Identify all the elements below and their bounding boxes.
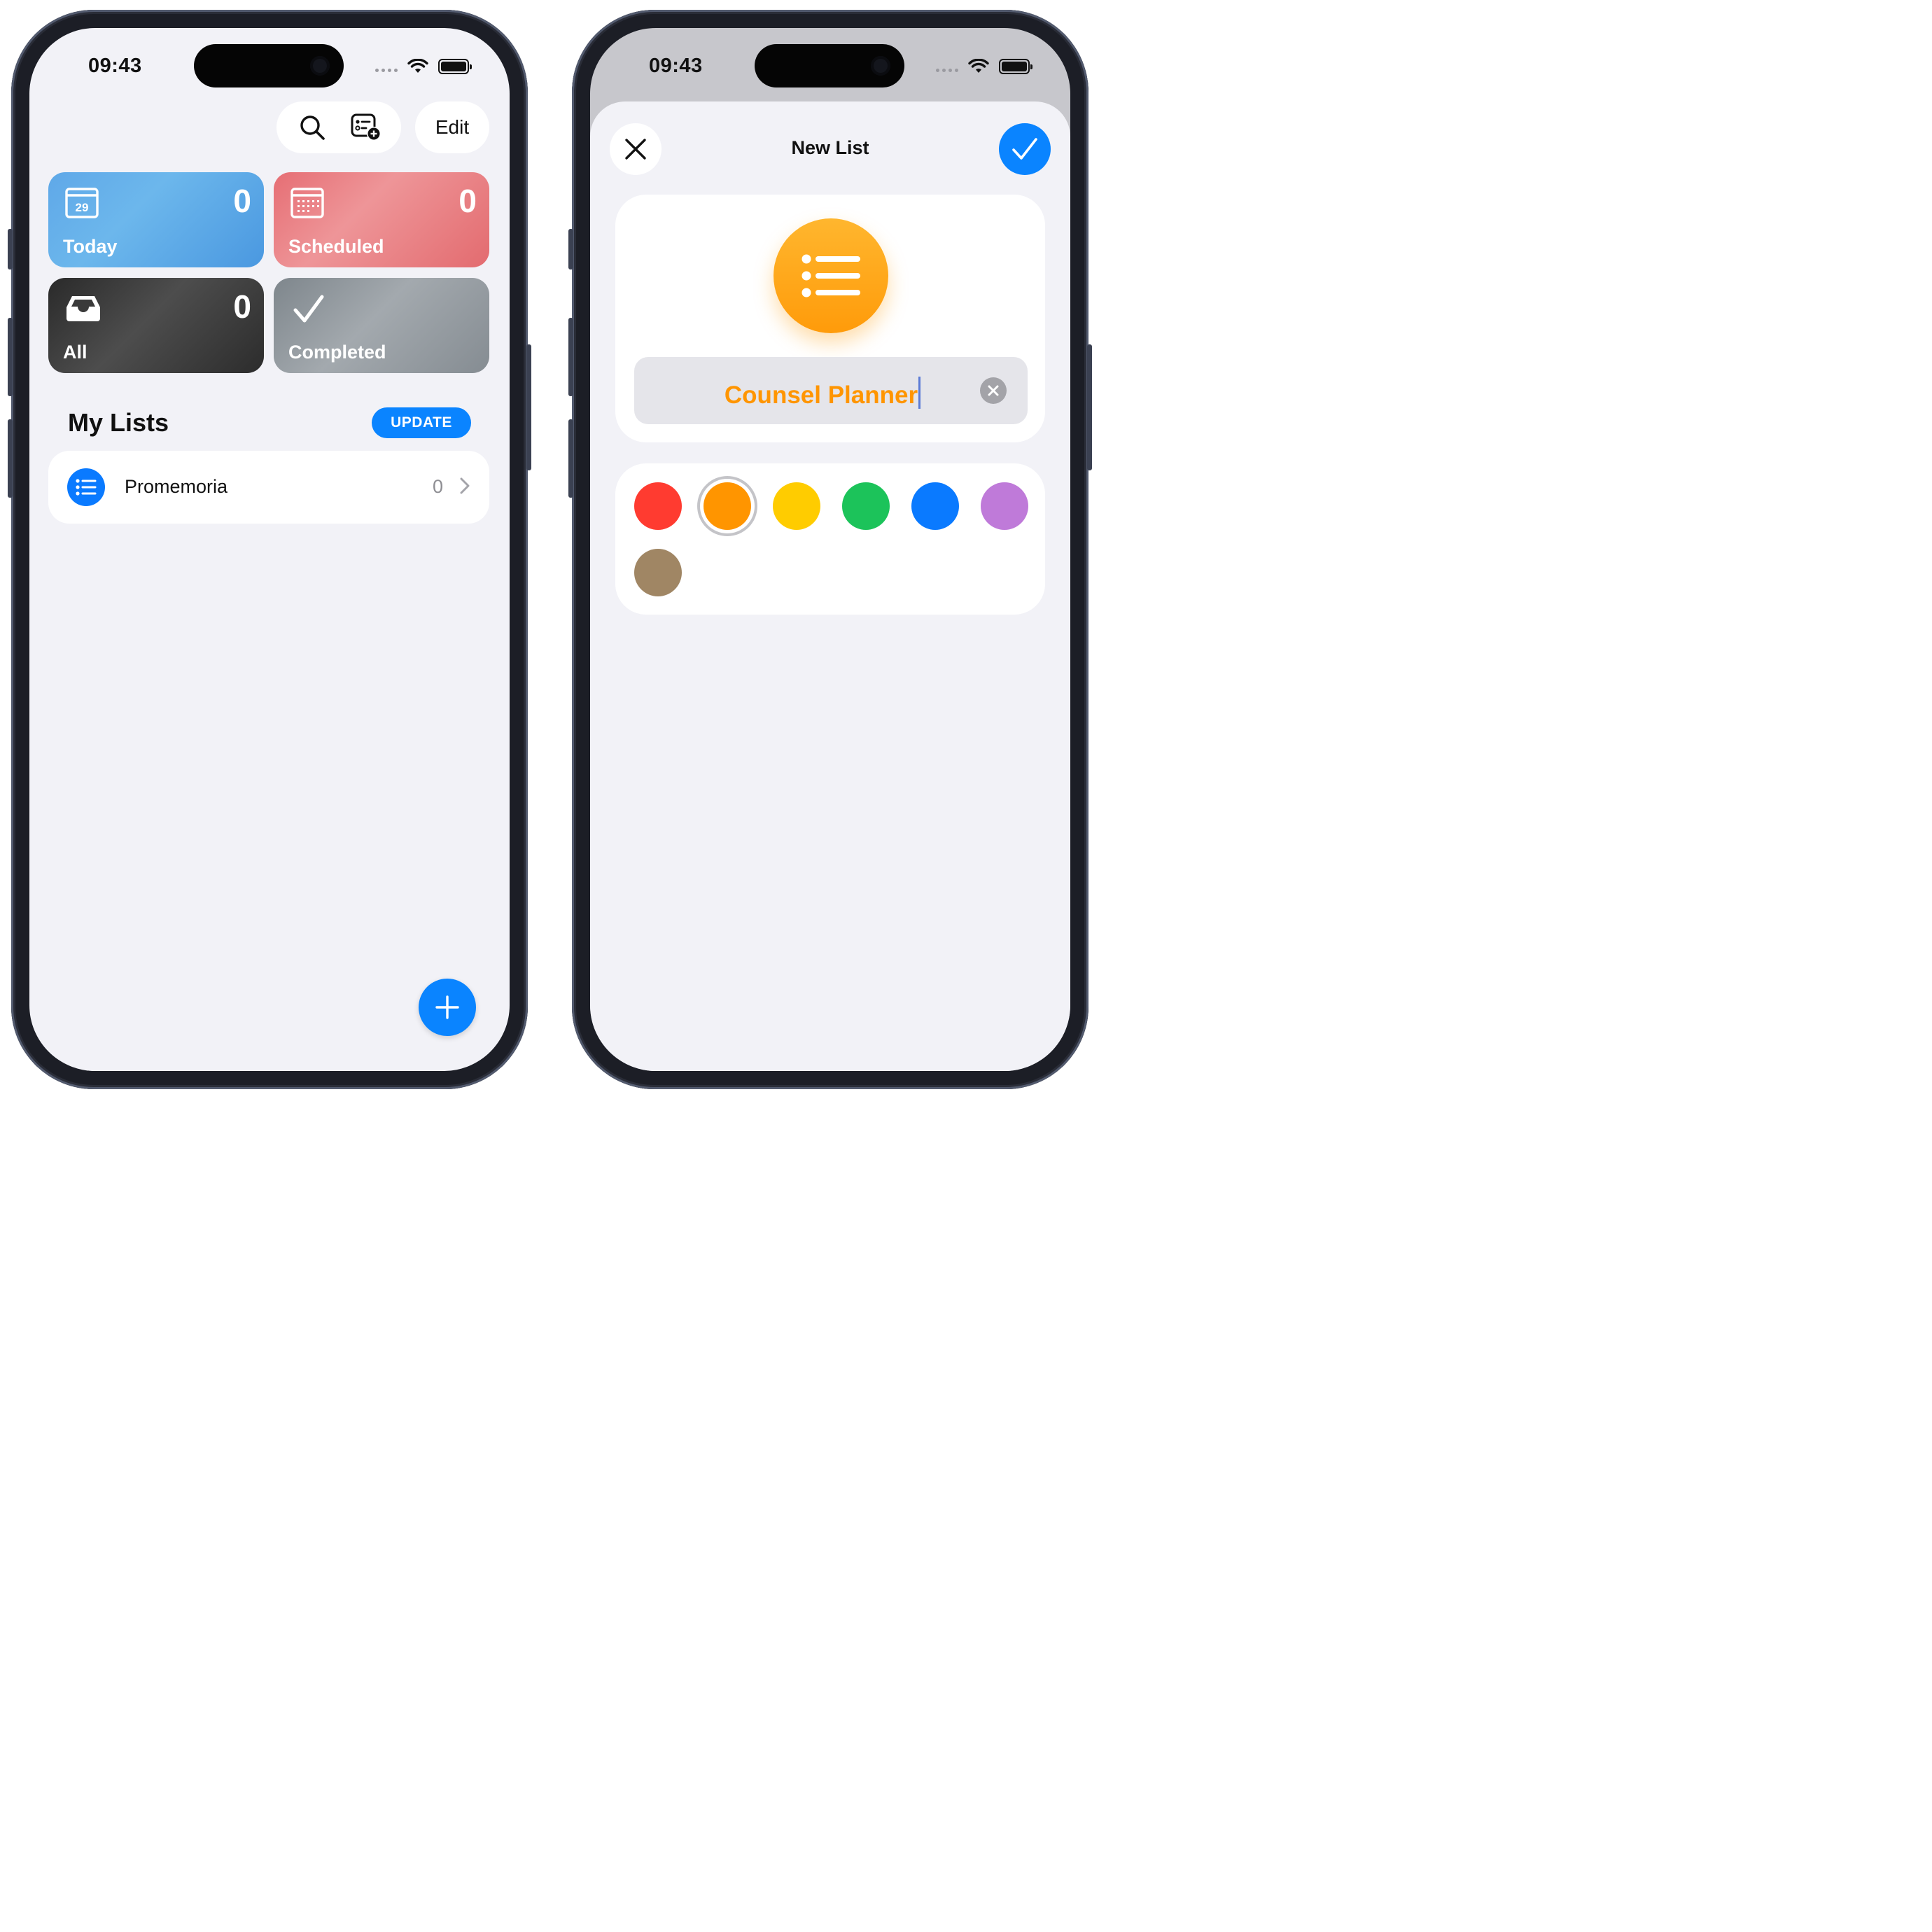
volume-down-button	[568, 419, 573, 498]
list-name-value: Counsel Planner	[724, 382, 918, 409]
battery-icon	[438, 59, 472, 74]
smart-list-scheduled[interactable]: 0 Scheduled	[274, 172, 489, 267]
cellular-icon	[375, 68, 398, 72]
today-count: 0	[233, 183, 251, 219]
clear-icon	[988, 385, 999, 396]
checkmark-icon	[1012, 138, 1037, 160]
list-icon-circle	[67, 468, 105, 506]
volume-up-button	[568, 318, 573, 396]
checkmark-icon	[293, 295, 324, 323]
volume-down-button	[8, 419, 13, 498]
my-lists-heading: My Lists	[68, 408, 169, 437]
color-swatch-brown[interactable]	[634, 549, 682, 596]
color-picker-card	[615, 463, 1045, 615]
smart-list-today[interactable]: 29 0 Today	[48, 172, 264, 267]
status-icons	[936, 59, 1032, 74]
wifi-icon	[968, 59, 989, 73]
status-time: 09:43	[649, 55, 703, 77]
action-button	[568, 229, 573, 270]
chevron-right-icon	[460, 477, 470, 494]
action-button	[8, 229, 13, 270]
battery-icon	[999, 59, 1032, 74]
add-reminder-button[interactable]	[419, 979, 476, 1036]
phone-right: 09:43 New List Counsel Planner	[568, 10, 1092, 1089]
phone-left: 09:43 Edit 29 0 Today 0 Scheduled 0 All …	[8, 10, 531, 1089]
wifi-icon	[407, 59, 428, 73]
volume-up-button	[8, 318, 13, 396]
side-button	[1087, 344, 1092, 470]
update-button[interactable]: UPDATE	[372, 407, 471, 438]
done-button[interactable]	[999, 123, 1051, 175]
screen-new-list: 09:43 New List Counsel Planner	[590, 28, 1070, 1071]
color-swatch-green[interactable]	[842, 482, 890, 530]
calendar-grid-icon	[290, 188, 324, 218]
today-label: Today	[63, 236, 118, 257]
all-count: 0	[233, 288, 251, 325]
dynamic-island	[755, 44, 904, 88]
color-swatch-orange[interactable]	[704, 482, 751, 530]
list-preview-card: Counsel Planner	[615, 195, 1045, 442]
list-bullet-icon	[802, 254, 860, 298]
new-list-sheet: New List Counsel Planner	[590, 102, 1070, 1071]
search-button[interactable]	[297, 112, 328, 143]
color-swatch-purple[interactable]	[981, 482, 1028, 530]
edit-button[interactable]: Edit	[415, 102, 489, 153]
scheduled-label: Scheduled	[288, 236, 384, 257]
color-swatch-blue[interactable]	[911, 482, 959, 530]
list-add-icon	[351, 113, 381, 141]
list-name: Promemoria	[125, 476, 228, 497]
search-icon	[300, 115, 325, 140]
side-button	[526, 344, 531, 470]
status-icons	[375, 59, 472, 74]
tray-icon	[66, 296, 100, 321]
status-time: 09:43	[88, 55, 142, 77]
list-bullet-icon	[76, 479, 97, 496]
screen-reminders-home: 09:43 Edit 29 0 Today 0 Scheduled 0 All …	[29, 28, 510, 1071]
completed-label: Completed	[288, 342, 386, 363]
stage: 09:43 Edit 29 0 Today 0 Scheduled 0 All …	[0, 0, 1092, 1092]
scheduled-count: 0	[458, 183, 477, 219]
smart-list-all[interactable]: 0 All	[48, 278, 264, 373]
clear-text-button[interactable]	[980, 377, 1007, 404]
plus-icon	[435, 995, 459, 1019]
add-list-button[interactable]	[351, 112, 382, 143]
list-name-input[interactable]: Counsel Planner	[634, 357, 1028, 424]
color-swatch-red[interactable]	[634, 482, 682, 530]
dynamic-island	[194, 44, 344, 88]
calendar-day-number: 29	[76, 201, 89, 214]
list-icon-preview[interactable]	[774, 218, 888, 333]
cellular-icon	[936, 68, 958, 72]
color-swatch-yellow[interactable]	[773, 482, 820, 530]
list-count: 0	[432, 476, 443, 497]
list-item[interactable]: Promemoria 0	[48, 451, 489, 524]
text-caret	[918, 377, 921, 409]
toolbar-pill	[276, 102, 401, 153]
all-label: All	[63, 342, 88, 363]
calendar-day-icon: 29	[65, 188, 99, 218]
smart-list-completed[interactable]: Completed	[274, 278, 489, 373]
